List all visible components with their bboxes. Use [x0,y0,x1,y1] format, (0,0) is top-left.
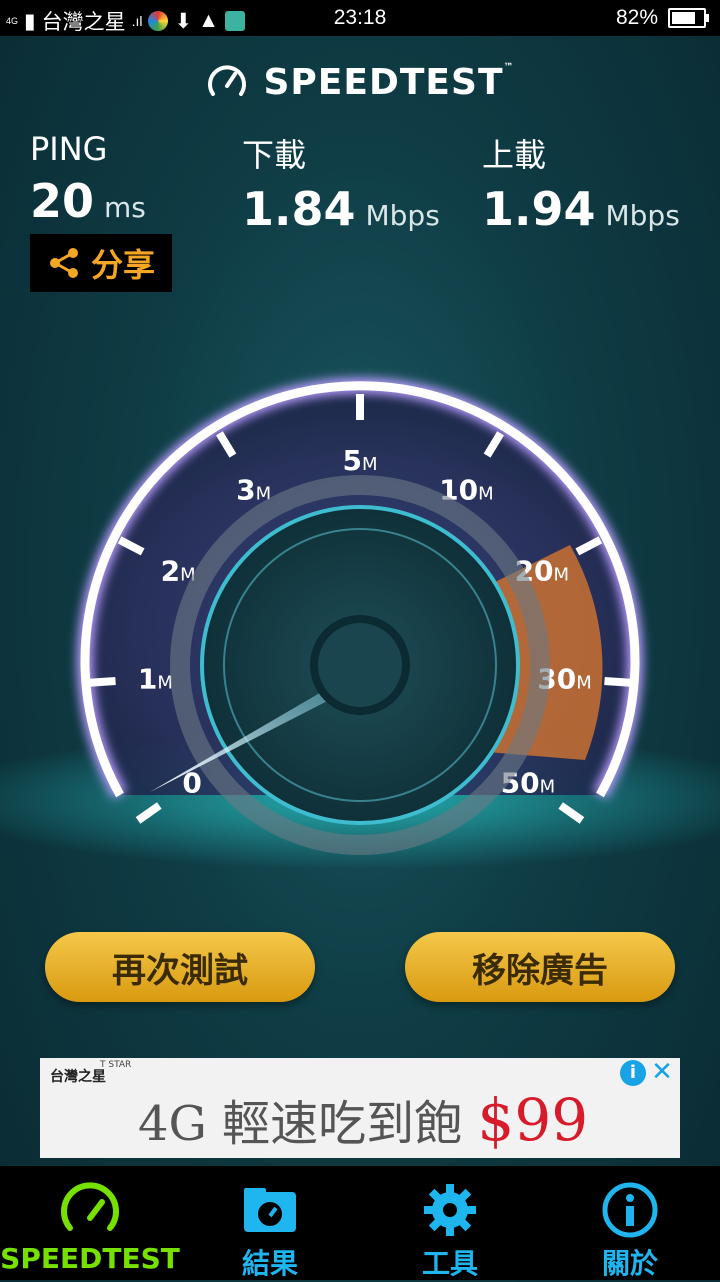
ping-label: PING [30,130,108,168]
remove-ads-button[interactable]: 移除廣告 [405,932,675,1002]
battery-icon [668,8,709,28]
share-icon [49,248,78,278]
results-folder-icon [244,1188,296,1232]
download-sparkline [241,246,420,292]
app-header: SPEEDTEST™ [0,60,720,104]
clock: 23:18 [333,6,387,29]
speed-gauge: 01M2M3M5M10M20M30M50M [0,377,720,870]
speedometer-logo-icon [208,65,247,96]
tab-about[interactable]: 關於 [540,1166,720,1280]
ad-brand: 台灣之星 [50,1069,106,1085]
battery-percent: 82% [615,6,658,29]
ad-close-icon[interactable]: ✕ [648,1058,676,1086]
gauge-tick [604,677,631,687]
tab-speedtest[interactable]: SPEEDTEST [0,1166,180,1280]
tab-tools-label: 工具 [421,1247,478,1280]
tab-results-label: 結果 [241,1247,298,1280]
upload-unit: Mbps [605,199,680,232]
info-icon [602,1182,658,1238]
gauge-tick [89,677,116,687]
download-stat: 下載 1.84 Mbps [242,130,440,236]
download-value: 1.84 [242,182,356,236]
ping-stat: PING 20 ms [30,130,146,228]
ad-headline: 4G 輕速吃到飽 $99 [138,1086,589,1154]
retest-label: 再次測試 [112,950,248,991]
status-bar: 4G ▮ 台灣之星 .ıl ⬇ ▲ 23:18 82% [0,0,720,36]
upload-value: 1.94 [482,182,596,236]
tab-speedtest-label: SPEEDTEST [0,1242,180,1275]
tab-about-label: 關於 [601,1247,658,1280]
ping-unit: ms [104,191,146,224]
speedometer-icon [61,1182,119,1231]
share-label: 分享 [90,246,155,284]
upload-sparkline [481,240,660,292]
ping-value: 20 [30,174,95,228]
remove-ads-label: 移除廣告 [472,950,608,991]
upload-label: 上載 [482,136,547,174]
download-label: 下載 [242,136,307,174]
bottom-navigation: SPEEDTEST 結果 工具 關於 [0,1166,720,1280]
gauge-hub [310,615,410,715]
ad-price: $99 [477,1086,589,1154]
gear-icon [424,1184,476,1236]
app-title: SPEEDTEST™ [263,61,515,103]
retest-button[interactable]: 再次測試 [45,932,315,1002]
tab-results[interactable]: 結果 [180,1166,360,1280]
download-unit: Mbps [365,199,440,232]
upload-stat: 上載 1.94 Mbps [482,130,680,236]
tab-tools[interactable]: 工具 [360,1166,540,1280]
ad-banner[interactable]: T STAR 台灣之星 4G 輕速吃到飽 $99 i ✕ [40,1058,680,1158]
ad-info-icon[interactable]: i [620,1060,646,1086]
share-button[interactable]: 分享 [30,234,172,292]
